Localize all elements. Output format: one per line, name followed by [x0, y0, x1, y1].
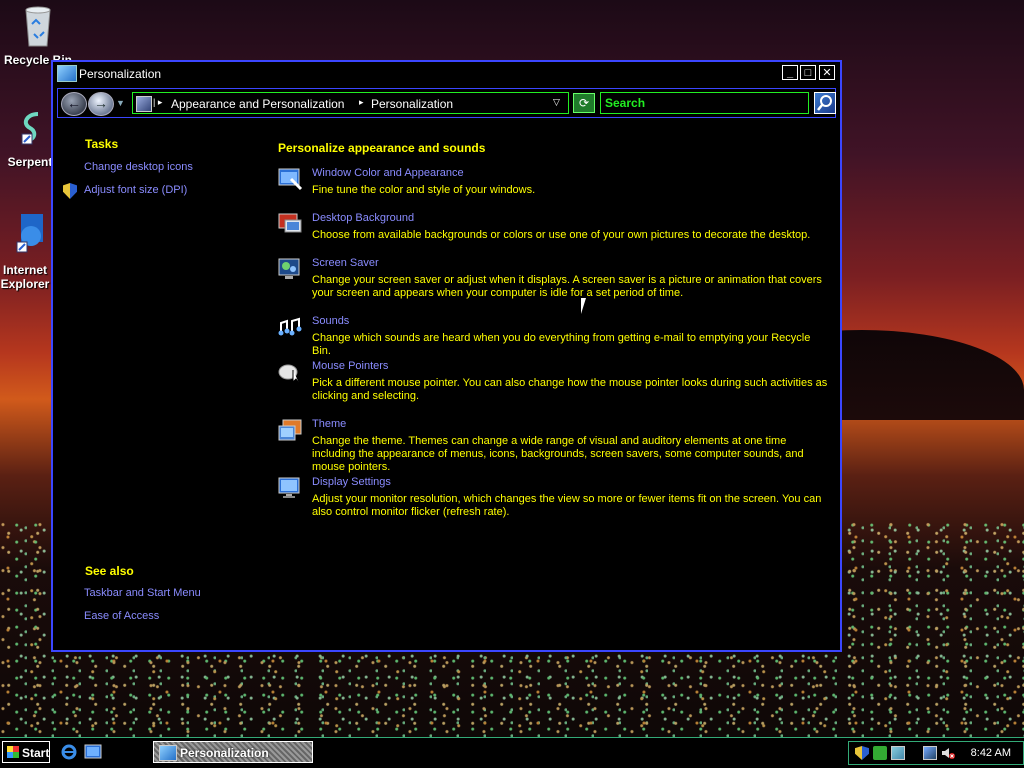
recycle-bin-icon	[25, 6, 51, 47]
quicklaunch-show-desktop-icon[interactable]	[84, 743, 102, 761]
breadcrumb-separator-icon[interactable]: ▸	[359, 97, 364, 108]
taskbar-button-label: Personalization	[180, 746, 269, 760]
address-toolbar: ← → ▼ | ▸ Appearance and Personalization…	[57, 88, 836, 118]
system-tray: 8:42 AM	[848, 741, 1024, 765]
theme-link[interactable]: Theme	[312, 418, 346, 430]
sounds-link[interactable]: Sounds	[312, 315, 349, 327]
security-shield-icon[interactable]	[855, 746, 869, 760]
network-connection-icon[interactable]	[923, 746, 937, 760]
taskbar-button-personalization[interactable]: Personalization	[153, 741, 313, 763]
window-color-icon	[278, 168, 303, 191]
back-arrow-icon: ←	[67, 95, 81, 111]
taskbar: Start Personalization 8:42 AM	[0, 737, 1024, 768]
breadcrumb-appearance-personalization[interactable]: Appearance and Personalization	[171, 97, 344, 111]
change-desktop-icons-link[interactable]: Change desktop icons	[84, 161, 193, 173]
windows-logo-icon	[7, 746, 19, 758]
window-title: Personalization	[79, 67, 162, 81]
item-description: Change which sounds are heard when you d…	[312, 332, 811, 357]
item-description: Pick a different mouse pointer. You can …	[312, 377, 828, 402]
desktop-background-icon	[278, 213, 302, 233]
search-box[interactable]	[600, 92, 809, 114]
desktop-icon-recycle-bin[interactable]: Recycle Bin	[0, 4, 78, 67]
volume-muted-icon[interactable]	[941, 746, 955, 760]
tasks-heading: Tasks	[85, 137, 119, 151]
screen-saver-icon	[278, 258, 300, 279]
breadcrumb-personalization[interactable]: Personalization	[371, 97, 453, 111]
minimize-button[interactable]: _	[782, 65, 798, 80]
serpent-icon	[21, 112, 39, 145]
screen-saver-link[interactable]: Screen Saver	[312, 257, 379, 269]
address-bar[interactable]: | ▸ Appearance and Personalization ▸ Per…	[132, 92, 569, 114]
refresh-button[interactable]: ⟳	[573, 93, 595, 113]
forward-arrow-icon: →	[94, 95, 108, 111]
ease-of-access-link[interactable]: Ease of Access	[84, 610, 159, 622]
search-input[interactable]	[601, 93, 808, 113]
maximize-button[interactable]: □	[800, 65, 816, 80]
theme-icon	[278, 419, 302, 441]
item-description: Change your screen saver or adjust when …	[312, 274, 822, 299]
item-description: Change the theme. Themes can change a wi…	[312, 435, 804, 473]
display-settings-link[interactable]: Display Settings	[312, 476, 391, 488]
network-status-icon[interactable]	[891, 746, 905, 760]
personalization-window: Personalization _ □ ✕ ← → ▼ | ▸ Appearan…	[51, 60, 842, 652]
display-settings-icon	[278, 477, 300, 498]
desktop-background-link[interactable]: Desktop Background	[312, 212, 414, 224]
start-button[interactable]: Start	[2, 741, 50, 763]
internet-explorer-icon	[16, 214, 43, 253]
personalization-icon	[57, 65, 77, 82]
mouse-pointers-link[interactable]: Mouse Pointers	[312, 360, 388, 372]
uac-shield-icon	[63, 183, 77, 199]
recent-pages-dropdown-icon[interactable]: ▼	[116, 98, 125, 108]
item-description: Choose from available backgrounds or col…	[312, 229, 811, 241]
mouse-cursor-icon	[581, 298, 591, 314]
item-description: Fine tune the color and style of your wi…	[312, 184, 536, 196]
mouse-pointers-icon	[278, 364, 300, 384]
title-bar[interactable]: Personalization _ □ ✕	[53, 62, 840, 86]
main-heading: Personalize appearance and sounds	[278, 141, 486, 155]
control-panel-icon	[136, 96, 152, 112]
adjust-font-size-link[interactable]: Adjust font size (DPI)	[84, 184, 187, 196]
close-button[interactable]: ✕	[819, 65, 835, 80]
forward-button[interactable]: →	[88, 92, 114, 116]
search-button[interactable]	[814, 92, 836, 114]
personalization-icon	[159, 745, 177, 761]
address-dropdown-icon[interactable]: ▽	[553, 97, 560, 108]
clock[interactable]: 8:42 AM	[971, 747, 1011, 759]
item-description: Adjust your monitor resolution, which ch…	[312, 493, 822, 518]
search-icon	[817, 95, 832, 111]
back-button[interactable]: ←	[61, 92, 87, 116]
sounds-icon	[278, 317, 302, 336]
window-color-link[interactable]: Window Color and Appearance	[312, 167, 464, 179]
breadcrumb-root-arrow-icon[interactable]: | ▸	[153, 97, 162, 108]
see-also-heading: See also	[85, 564, 134, 578]
quicklaunch-internet-explorer-icon[interactable]	[60, 743, 78, 761]
taskbar-start-menu-link[interactable]: Taskbar and Start Menu	[84, 587, 201, 599]
security-center-icon[interactable]	[873, 746, 887, 760]
start-label: Start	[22, 746, 50, 760]
